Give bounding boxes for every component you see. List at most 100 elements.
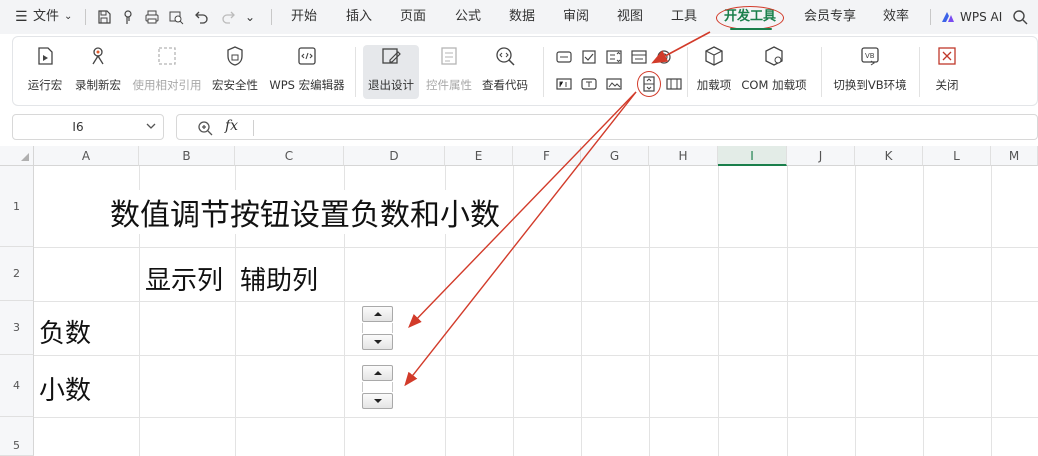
file-menu[interactable]: 文件 xyxy=(33,0,59,34)
wps-macro-editor-button[interactable]: WPS 宏编辑器 xyxy=(267,45,347,99)
spin-down-arrow-icon[interactable] xyxy=(362,393,393,409)
record-macro-button[interactable]: 录制新宏 xyxy=(71,45,125,99)
column-header-e[interactable]: E xyxy=(445,146,513,166)
insert-function-button[interactable]: fx xyxy=(225,118,238,134)
column-header-j[interactable]: J xyxy=(787,146,855,166)
row-header-5[interactable]: 5 xyxy=(0,417,34,456)
search-icon[interactable] xyxy=(1012,9,1028,25)
grid-line xyxy=(923,166,924,456)
sheet-title-cell[interactable]: 数值调节按钮设置负数和小数 xyxy=(110,190,504,234)
tab-member[interactable]: 会员专享 xyxy=(804,0,856,34)
view-code-button[interactable]: 查看代码 xyxy=(479,45,531,99)
macro-security-label: 宏安全性 xyxy=(212,78,258,92)
column-header-k[interactable]: K xyxy=(855,146,923,166)
column-header-c[interactable]: C xyxy=(235,146,344,166)
redo-icon[interactable] xyxy=(220,9,236,25)
switch-vb-button[interactable]: VB 切换到VB环境 xyxy=(831,45,909,99)
textbox-control-icon[interactable] xyxy=(581,76,597,92)
hamburger-menu-icon[interactable]: ☰ xyxy=(15,0,28,34)
cell-a4[interactable]: 小数 xyxy=(39,370,91,407)
tab-efficiency[interactable]: 效率 xyxy=(883,0,909,34)
combo-box-control-icon[interactable] xyxy=(606,49,622,65)
com-addins-button[interactable]: COM 加载项 xyxy=(739,45,809,99)
tab-home[interactable]: 开始 xyxy=(291,0,317,34)
row-header-2[interactable]: 2 xyxy=(0,247,34,301)
macro-security-button[interactable]: 宏安全性 xyxy=(209,45,261,99)
grid-line xyxy=(855,166,856,456)
name-box-dropdown-icon[interactable] xyxy=(145,120,157,132)
wps-ai-button[interactable]: WPS AI xyxy=(960,0,1002,34)
label-control-icon[interactable] xyxy=(556,76,572,92)
button-control-icon[interactable] xyxy=(556,49,572,65)
zoom-search-icon[interactable] xyxy=(197,120,213,136)
control-properties-icon xyxy=(438,45,460,67)
tab-review[interactable]: 审阅 xyxy=(563,0,589,34)
addins-label: 加载项 xyxy=(696,78,732,92)
tab-insert[interactable]: 插入 xyxy=(346,0,372,34)
cell-b2[interactable]: 显示列 xyxy=(145,260,223,297)
undo-icon[interactable] xyxy=(194,9,210,25)
option-button-control-icon[interactable] xyxy=(656,49,672,65)
exit-design-button[interactable]: 退出设计 xyxy=(363,45,419,99)
spin-button-negative[interactable] xyxy=(362,306,393,350)
column-header-i[interactable]: I xyxy=(718,146,787,166)
row-header-4[interactable]: 4 xyxy=(0,355,34,417)
grid-line xyxy=(34,355,1038,356)
scrollbar-control-icon[interactable] xyxy=(666,76,682,92)
grid-line xyxy=(787,166,788,456)
column-header-a[interactable]: A xyxy=(34,146,139,166)
relative-reference-button[interactable]: 使用相对引用 xyxy=(129,45,205,99)
record-macro-icon xyxy=(87,45,109,67)
cell-c2[interactable]: 辅助列 xyxy=(240,260,318,297)
column-header-b[interactable]: B xyxy=(139,146,235,166)
print-preview-icon[interactable] xyxy=(168,9,184,25)
column-header-m[interactable]: M xyxy=(991,146,1038,166)
row-header-1[interactable]: 1 xyxy=(0,166,34,247)
grid-line xyxy=(34,247,1038,248)
record-macro-label: 录制新宏 xyxy=(75,78,121,92)
column-header-h[interactable]: H xyxy=(649,146,718,166)
close-developer-label: 关闭 xyxy=(935,78,959,92)
tab-formulas[interactable]: 公式 xyxy=(455,0,481,34)
print-icon[interactable] xyxy=(144,9,160,25)
column-header-f[interactable]: F xyxy=(513,146,581,166)
grid-line xyxy=(649,166,650,456)
row-header-3[interactable]: 3 xyxy=(0,301,34,355)
spin-button-decimal[interactable] xyxy=(362,365,393,409)
svg-text:VB: VB xyxy=(865,52,875,60)
run-macro-button[interactable]: 运行宏 xyxy=(23,45,67,99)
checkbox-control-icon[interactable] xyxy=(581,49,597,65)
name-box[interactable]: I6 xyxy=(12,114,164,140)
wps-ai-logo-icon xyxy=(940,9,956,25)
name-box-value: I6 xyxy=(72,120,84,134)
cell-a3[interactable]: 负数 xyxy=(39,313,91,350)
annotation-circle-spin-button xyxy=(637,71,661,97)
select-all-corner[interactable] xyxy=(0,146,34,166)
column-header-d[interactable]: D xyxy=(344,146,445,166)
close-developer-button[interactable]: 关闭 xyxy=(929,45,965,99)
list-box-control-icon[interactable] xyxy=(631,49,647,65)
tab-view[interactable]: 视图 xyxy=(617,0,643,34)
run-macro-icon xyxy=(34,45,56,67)
control-properties-button[interactable]: 控件属性 xyxy=(423,45,475,99)
ribbon-divider xyxy=(919,47,920,97)
column-header-g[interactable]: G xyxy=(581,146,649,166)
grid-line xyxy=(34,417,1038,418)
quick-access-more-icon[interactable]: ⌄ xyxy=(245,0,255,34)
ribbon-divider xyxy=(543,47,544,97)
file-menu-label: 文件 xyxy=(33,9,60,24)
file-menu-chevron-icon[interactable]: ⌄ xyxy=(64,0,72,34)
format-painter-icon[interactable] xyxy=(120,9,136,25)
tab-page[interactable]: 页面 xyxy=(400,0,426,34)
image-control-icon[interactable] xyxy=(606,76,622,92)
addins-button[interactable]: 加载项 xyxy=(693,45,735,99)
column-header-l[interactable]: L xyxy=(923,146,991,166)
tab-data[interactable]: 数据 xyxy=(509,0,535,34)
spin-up-arrow-icon[interactable] xyxy=(362,365,393,381)
ribbon-divider xyxy=(355,47,356,97)
spin-down-arrow-icon[interactable] xyxy=(362,334,393,350)
spin-up-arrow-icon[interactable] xyxy=(362,306,393,322)
tab-tools[interactable]: 工具 xyxy=(671,0,697,34)
save-icon[interactable] xyxy=(96,9,112,25)
formula-bar[interactable]: fx xyxy=(176,114,1038,140)
